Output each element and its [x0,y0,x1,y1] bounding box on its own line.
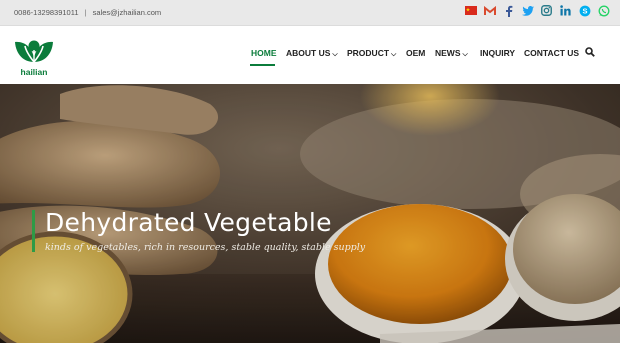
phone-number[interactable]: 0086-13298391011 [14,8,79,17]
email-address[interactable]: sales@jzhailian.com [93,8,161,17]
nav-oem-label: OEM [406,48,426,58]
gmail-icon[interactable] [483,4,496,17]
hero-slider[interactable]: Dehydrated Vegetable kinds of vegetables… [0,84,620,343]
linkedin-icon[interactable] [559,4,572,17]
nav-news[interactable]: NEWS ⌵ [435,48,468,59]
nav-contact-us-label: CONTACT US [524,48,580,58]
active-nav-underline [250,64,275,66]
chevron-down-icon: ⌵ [462,51,468,58]
nav-contact-us[interactable]: CONTACT US [524,48,579,58]
twitter-icon[interactable] [521,4,534,17]
social-links: S [464,4,610,17]
title-accent-bar [32,210,35,252]
instagram-icon[interactable] [540,4,553,17]
chinese-flag-icon[interactable] [464,4,477,17]
hero-title: Dehydrated Vegetable [45,208,332,237]
nav-home[interactable]: HOME [251,48,277,58]
main-navigation: HOME ABOUT US ⌵ PRODUCT ⌵ OEM NEWS ⌵ INQUIR… [0,26,620,84]
nav-about-us[interactable]: ABOUT US ⌵ [286,48,338,59]
nav-product-label: PRODUCT [347,48,390,58]
hero-subtitle: kinds of vegetables, rich in resources, … [45,242,366,253]
nav-inquiry-label: INQUIRY [480,48,516,58]
svg-text:S: S [582,6,587,15]
search-icon[interactable] [585,47,595,59]
contact-separator: | [84,8,87,17]
nav-about-us-label: ABOUT US [286,48,331,58]
nav-oem[interactable]: OEM [406,48,425,58]
whatsapp-icon[interactable] [597,4,610,17]
skype-icon[interactable]: S [578,4,591,17]
chevron-down-icon: ⌵ [332,51,338,58]
nav-news-label: NEWS [435,48,461,58]
chevron-down-icon: ⌵ [391,51,397,58]
nav-inquiry[interactable]: INQUIRY [480,48,515,58]
contact-info: 0086-13298391011 | sales@jzhailian.com [14,8,161,17]
site-header: hailian HOME ABOUT US ⌵ PRODUCT ⌵ OEM NEWS… [0,26,620,84]
facebook-icon[interactable] [502,4,515,17]
nav-home-label: HOME [251,48,277,58]
nav-product[interactable]: PRODUCT ⌵ [347,48,396,59]
top-contact-bar: 0086-13298391011 | sales@jzhailian.com S [0,0,620,26]
